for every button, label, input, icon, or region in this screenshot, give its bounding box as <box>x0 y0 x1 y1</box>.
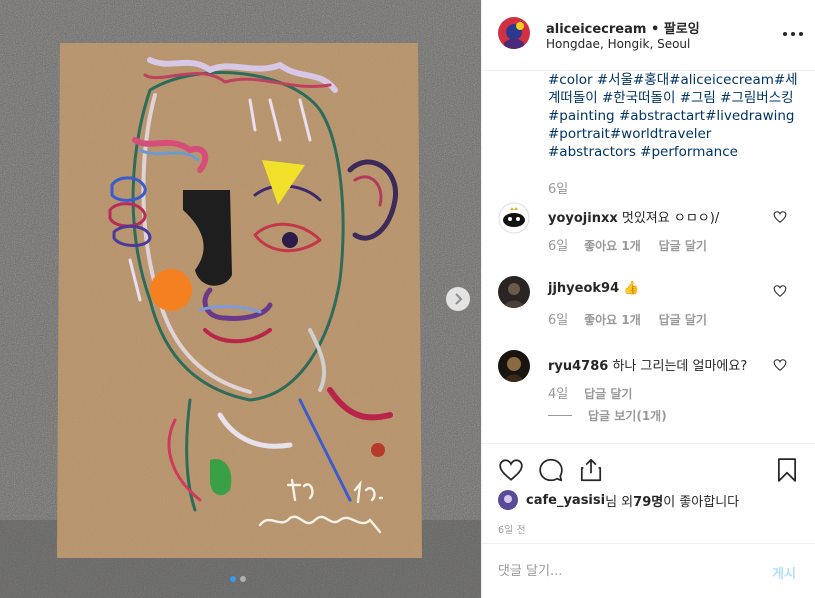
author-avatar[interactable] <box>498 17 530 49</box>
liker-username[interactable]: cafe_yasisi <box>526 493 605 508</box>
heart-icon[interactable] <box>498 457 524 483</box>
comment-text-line: ryu4786 하나 그리는데 얼마에요? <box>548 355 788 374</box>
comment-icon[interactable] <box>538 457 564 483</box>
commenter-avatar[interactable] <box>498 202 530 234</box>
carousel-indicator <box>230 576 246 582</box>
comment-likes[interactable]: 좋아요 1개 <box>584 239 641 253</box>
liker-avatar-image <box>498 490 518 510</box>
post-location[interactable]: Hongdae, Hongik, Seoul <box>546 37 690 51</box>
comment-time[interactable]: 6일 <box>548 313 568 328</box>
reply-button[interactable]: 답글 달기 <box>659 239 707 253</box>
likes-count[interactable]: 79명 <box>633 491 663 510</box>
post-photo <box>0 0 481 598</box>
likes-text-end: 이 좋아합니다 <box>663 494 740 510</box>
comment-meta: 4일 답글 달기 <box>548 383 646 402</box>
commenter-avatar-image <box>498 276 530 308</box>
post-image-panel <box>0 0 481 598</box>
comment-username[interactable]: jjhyeok94 <box>548 281 619 296</box>
comment-input[interactable] <box>498 560 748 582</box>
comments-list[interactable]: #color #서울#홍대#aliceicecream#세계떠돌이 #한국떠돌이… <box>482 71 815 443</box>
comment-likes[interactable]: 좋아요 1개 <box>584 313 641 327</box>
comment-body: 하나 그리는데 얼마에요? <box>612 359 748 374</box>
comment-username[interactable]: yoyojinxx <box>548 211 618 226</box>
hashtag-link[interactable]: #그림 <box>680 90 716 106</box>
reply-button[interactable]: 답글 달기 <box>659 313 707 327</box>
post-timestamp[interactable]: 6일 전 <box>498 522 526 536</box>
chevron-right-icon <box>455 293 463 305</box>
hashtag-link[interactable]: #abstractors <box>548 144 636 160</box>
instagram-post: aliceicecream • 팔로잉 Hongdae, Hongik, Seo… <box>0 0 815 598</box>
hashtag-link[interactable]: #performance <box>640 144 738 160</box>
commenter-avatar[interactable] <box>498 350 530 382</box>
carousel-dot-1 <box>230 576 236 582</box>
author-line: aliceicecream • 팔로잉 <box>546 18 700 37</box>
post-header: aliceicecream • 팔로잉 Hongdae, Hongik, Seo… <box>482 0 815 71</box>
hashtag-link[interactable]: #livedrawing <box>705 108 794 124</box>
more-dot <box>783 32 787 36</box>
more-options-icon[interactable] <box>783 26 803 42</box>
hashtag-link[interactable]: #aliceicecream <box>669 72 774 88</box>
comment-heart-icon[interactable] <box>773 210 787 224</box>
liker-avatar <box>498 490 518 510</box>
hashtag-link[interactable]: #그림버스킹 <box>720 90 793 106</box>
bookmark-icon[interactable] <box>774 457 800 483</box>
author-username[interactable]: aliceicecream <box>546 22 646 37</box>
add-comment-bar: 게시 <box>482 543 815 598</box>
comment-text-line: jjhyeok94 👍 <box>548 281 788 296</box>
comment-heart-icon[interactable] <box>773 358 787 372</box>
hashtag-link[interactable]: #portrait <box>548 126 610 142</box>
hashtag-link[interactable]: #painting <box>548 108 615 124</box>
comment-heart-icon[interactable] <box>773 284 787 298</box>
hashtag-link[interactable]: #abstractart <box>619 108 705 124</box>
commenter-avatar-image <box>498 202 530 234</box>
more-dot <box>791 32 795 36</box>
more-dot <box>799 32 803 36</box>
carousel-dot-2 <box>240 576 246 582</box>
caption-time: 6일 <box>548 182 569 197</box>
view-replies-button[interactable]: 답글 보기(1개) <box>548 407 667 424</box>
comment-username[interactable]: ryu4786 <box>548 359 608 374</box>
comment-body: 멋있져요 ㅇㅁㅇ)/ <box>621 211 720 226</box>
reply-button[interactable]: 답글 달기 <box>584 387 632 401</box>
post-comment-button[interactable]: 게시 <box>772 563 796 582</box>
share-icon[interactable] <box>578 457 604 483</box>
commenter-avatar[interactable] <box>498 276 530 308</box>
comment-time[interactable]: 6일 <box>548 239 568 254</box>
post-caption: #color #서울#홍대#aliceicecream#세계떠돌이 #한국떠돌이… <box>548 71 800 161</box>
hashtag-link[interactable]: #color <box>548 72 593 88</box>
post-details-panel: aliceicecream • 팔로잉 Hongdae, Hongik, Seo… <box>481 0 815 598</box>
likes-text-mid: 님 외 <box>605 494 634 510</box>
hashtag-link[interactable]: #홍대 <box>633 72 669 88</box>
replies-divider <box>548 415 572 416</box>
author-avatar-image <box>498 17 530 49</box>
hashtag-link[interactable]: #서울 <box>597 72 633 88</box>
comment-body: 👍 <box>623 281 640 296</box>
hashtag-link[interactable]: #worldtraveler <box>610 126 712 142</box>
likes-summary[interactable]: cafe_yasisi 님 외 79명 이 좋아합니다 <box>498 490 739 510</box>
comment-text-line: yoyojinxx 멋있져요 ㅇㅁㅇ)/ <box>548 207 788 226</box>
post-actions: cafe_yasisi 님 외 79명 이 좋아합니다 6일 전 <box>482 443 815 553</box>
next-image-button[interactable] <box>446 287 470 311</box>
comment-meta: 6일 좋아요 1개 답글 달기 <box>548 235 721 254</box>
comment-time[interactable]: 4일 <box>548 387 568 402</box>
following-button[interactable]: 팔로잉 <box>664 22 700 37</box>
hashtag-link[interactable]: #한국떠돌이 <box>602 90 675 106</box>
comment-meta: 6일 좋아요 1개 답글 달기 <box>548 309 721 328</box>
commenter-avatar-image <box>498 350 530 382</box>
view-replies-label: 답글 보기(1개) <box>588 409 667 423</box>
header-separator: • <box>650 22 660 37</box>
